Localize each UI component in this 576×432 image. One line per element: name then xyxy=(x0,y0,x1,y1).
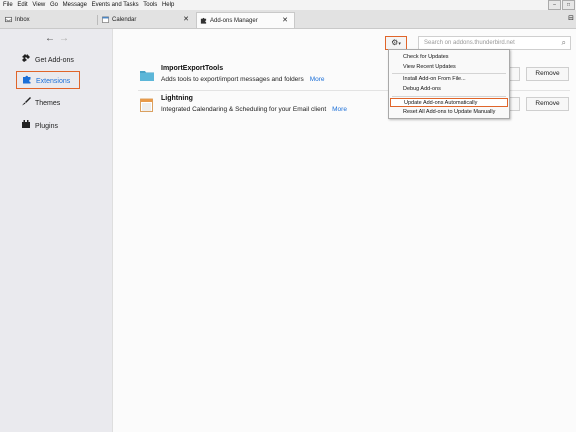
calendar-icon xyxy=(140,98,153,112)
menu-edit[interactable]: Edit xyxy=(17,0,27,10)
menu-item-debug-addons[interactable]: Debug Add-ons xyxy=(403,85,441,94)
tab-label: Inbox xyxy=(15,17,30,23)
menu-item-update-automatically[interactable]: Update Add-ons Automatically xyxy=(390,98,508,107)
menu-separator xyxy=(392,96,506,97)
minimize-icon[interactable]: – xyxy=(548,0,561,10)
puzzle-icon xyxy=(21,72,33,90)
sidebar-item-get-addons[interactable]: Get Add-ons xyxy=(16,51,80,69)
tab-label: Calendar xyxy=(112,17,137,23)
menu-message[interactable]: Message xyxy=(63,0,87,10)
addon-name: ImportExportTools xyxy=(161,65,224,72)
remove-button[interactable]: Remove xyxy=(526,97,569,111)
search-input[interactable]: Search on addons.thunderbird.net ⌕ xyxy=(418,36,571,50)
tab-addons-manager[interactable]: Add-ons Manager ✕ xyxy=(196,12,295,28)
inbox-icon xyxy=(5,16,12,22)
search-icon: ⌕ xyxy=(561,38,566,47)
more-link[interactable]: More xyxy=(310,76,325,83)
menu-item-check-for-updates[interactable]: Check for Updates xyxy=(403,53,449,62)
tab-list-icon[interactable]: ⊟ xyxy=(568,14,574,22)
sidebar-item-label: Extensions xyxy=(36,77,71,85)
addon-description: Adds tools to export/import messages and… xyxy=(161,76,325,83)
menu-item-install-from-file[interactable]: Install Add-on From File... xyxy=(403,75,466,84)
sidebar-item-themes[interactable]: Themes xyxy=(16,94,80,112)
more-link[interactable]: More xyxy=(332,106,347,113)
menu-separator xyxy=(392,73,506,74)
menu-events-and-tasks[interactable]: Events and Tasks xyxy=(92,0,139,10)
menu-item-reset-to-manual[interactable]: Reset All Add-ons to Update Manually xyxy=(403,108,495,117)
menu-help[interactable]: Help xyxy=(162,0,174,10)
forward-arrow-icon[interactable]: → xyxy=(59,33,69,44)
sidebar-item-label: Plugins xyxy=(35,122,58,130)
history-navigation: ← → xyxy=(45,33,69,44)
calendar-icon xyxy=(102,16,109,23)
menu-view[interactable]: View xyxy=(32,0,45,10)
puzzle-download-icon xyxy=(20,51,32,69)
tab-label: Add-ons Manager xyxy=(210,18,258,24)
menu-bar: File Edit View Go Message Events and Tas… xyxy=(0,0,576,10)
tab-bar: Inbox Calendar ✕ Add-ons Manager ✕ ⊟ xyxy=(0,10,576,29)
addon-description: Integrated Calendaring & Scheduling for … xyxy=(161,106,347,113)
sidebar-item-label: Get Add-ons xyxy=(35,56,74,64)
maximize-icon[interactable]: □ xyxy=(562,0,575,10)
window-controls: – □ xyxy=(547,0,575,10)
addon-description-text: Integrated Calendaring & Scheduling for … xyxy=(161,106,327,113)
menu-go[interactable]: Go xyxy=(50,0,58,10)
tab-calendar[interactable]: Calendar ✕ xyxy=(99,12,195,28)
sidebar-item-extensions[interactable]: Extensions xyxy=(16,71,80,89)
tab-inbox[interactable]: Inbox xyxy=(2,12,94,28)
menu-file[interactable]: File xyxy=(3,0,13,10)
chevron-down-icon: ▾ xyxy=(398,41,401,47)
sidebar-item-plugins[interactable]: Plugins xyxy=(16,117,80,135)
sidebar: ← → Get Add-ons Extensions Themes Plugins xyxy=(0,29,113,432)
back-arrow-icon[interactable]: ← xyxy=(45,33,55,44)
brush-icon xyxy=(20,94,32,112)
tools-menu-button[interactable]: ⚙▾ xyxy=(385,36,407,50)
menu-tools[interactable]: Tools xyxy=(143,0,157,10)
close-icon[interactable]: ✕ xyxy=(282,13,288,29)
addon-name: Lightning xyxy=(161,95,193,102)
puzzle-icon xyxy=(200,17,207,24)
remove-button[interactable]: Remove xyxy=(526,67,569,81)
search-placeholder: Search on addons.thunderbird.net xyxy=(424,40,515,46)
menu-item-view-recent-updates[interactable]: View Recent Updates xyxy=(403,63,456,72)
close-icon[interactable]: ✕ xyxy=(183,12,189,28)
folder-icon xyxy=(140,71,154,81)
tab-divider xyxy=(97,15,98,25)
tools-dropdown-menu: Check for Updates View Recent Updates In… xyxy=(388,49,510,119)
plugin-block-icon xyxy=(20,117,32,135)
sidebar-item-label: Themes xyxy=(35,99,61,107)
addon-description-text: Adds tools to export/import messages and… xyxy=(161,76,304,83)
